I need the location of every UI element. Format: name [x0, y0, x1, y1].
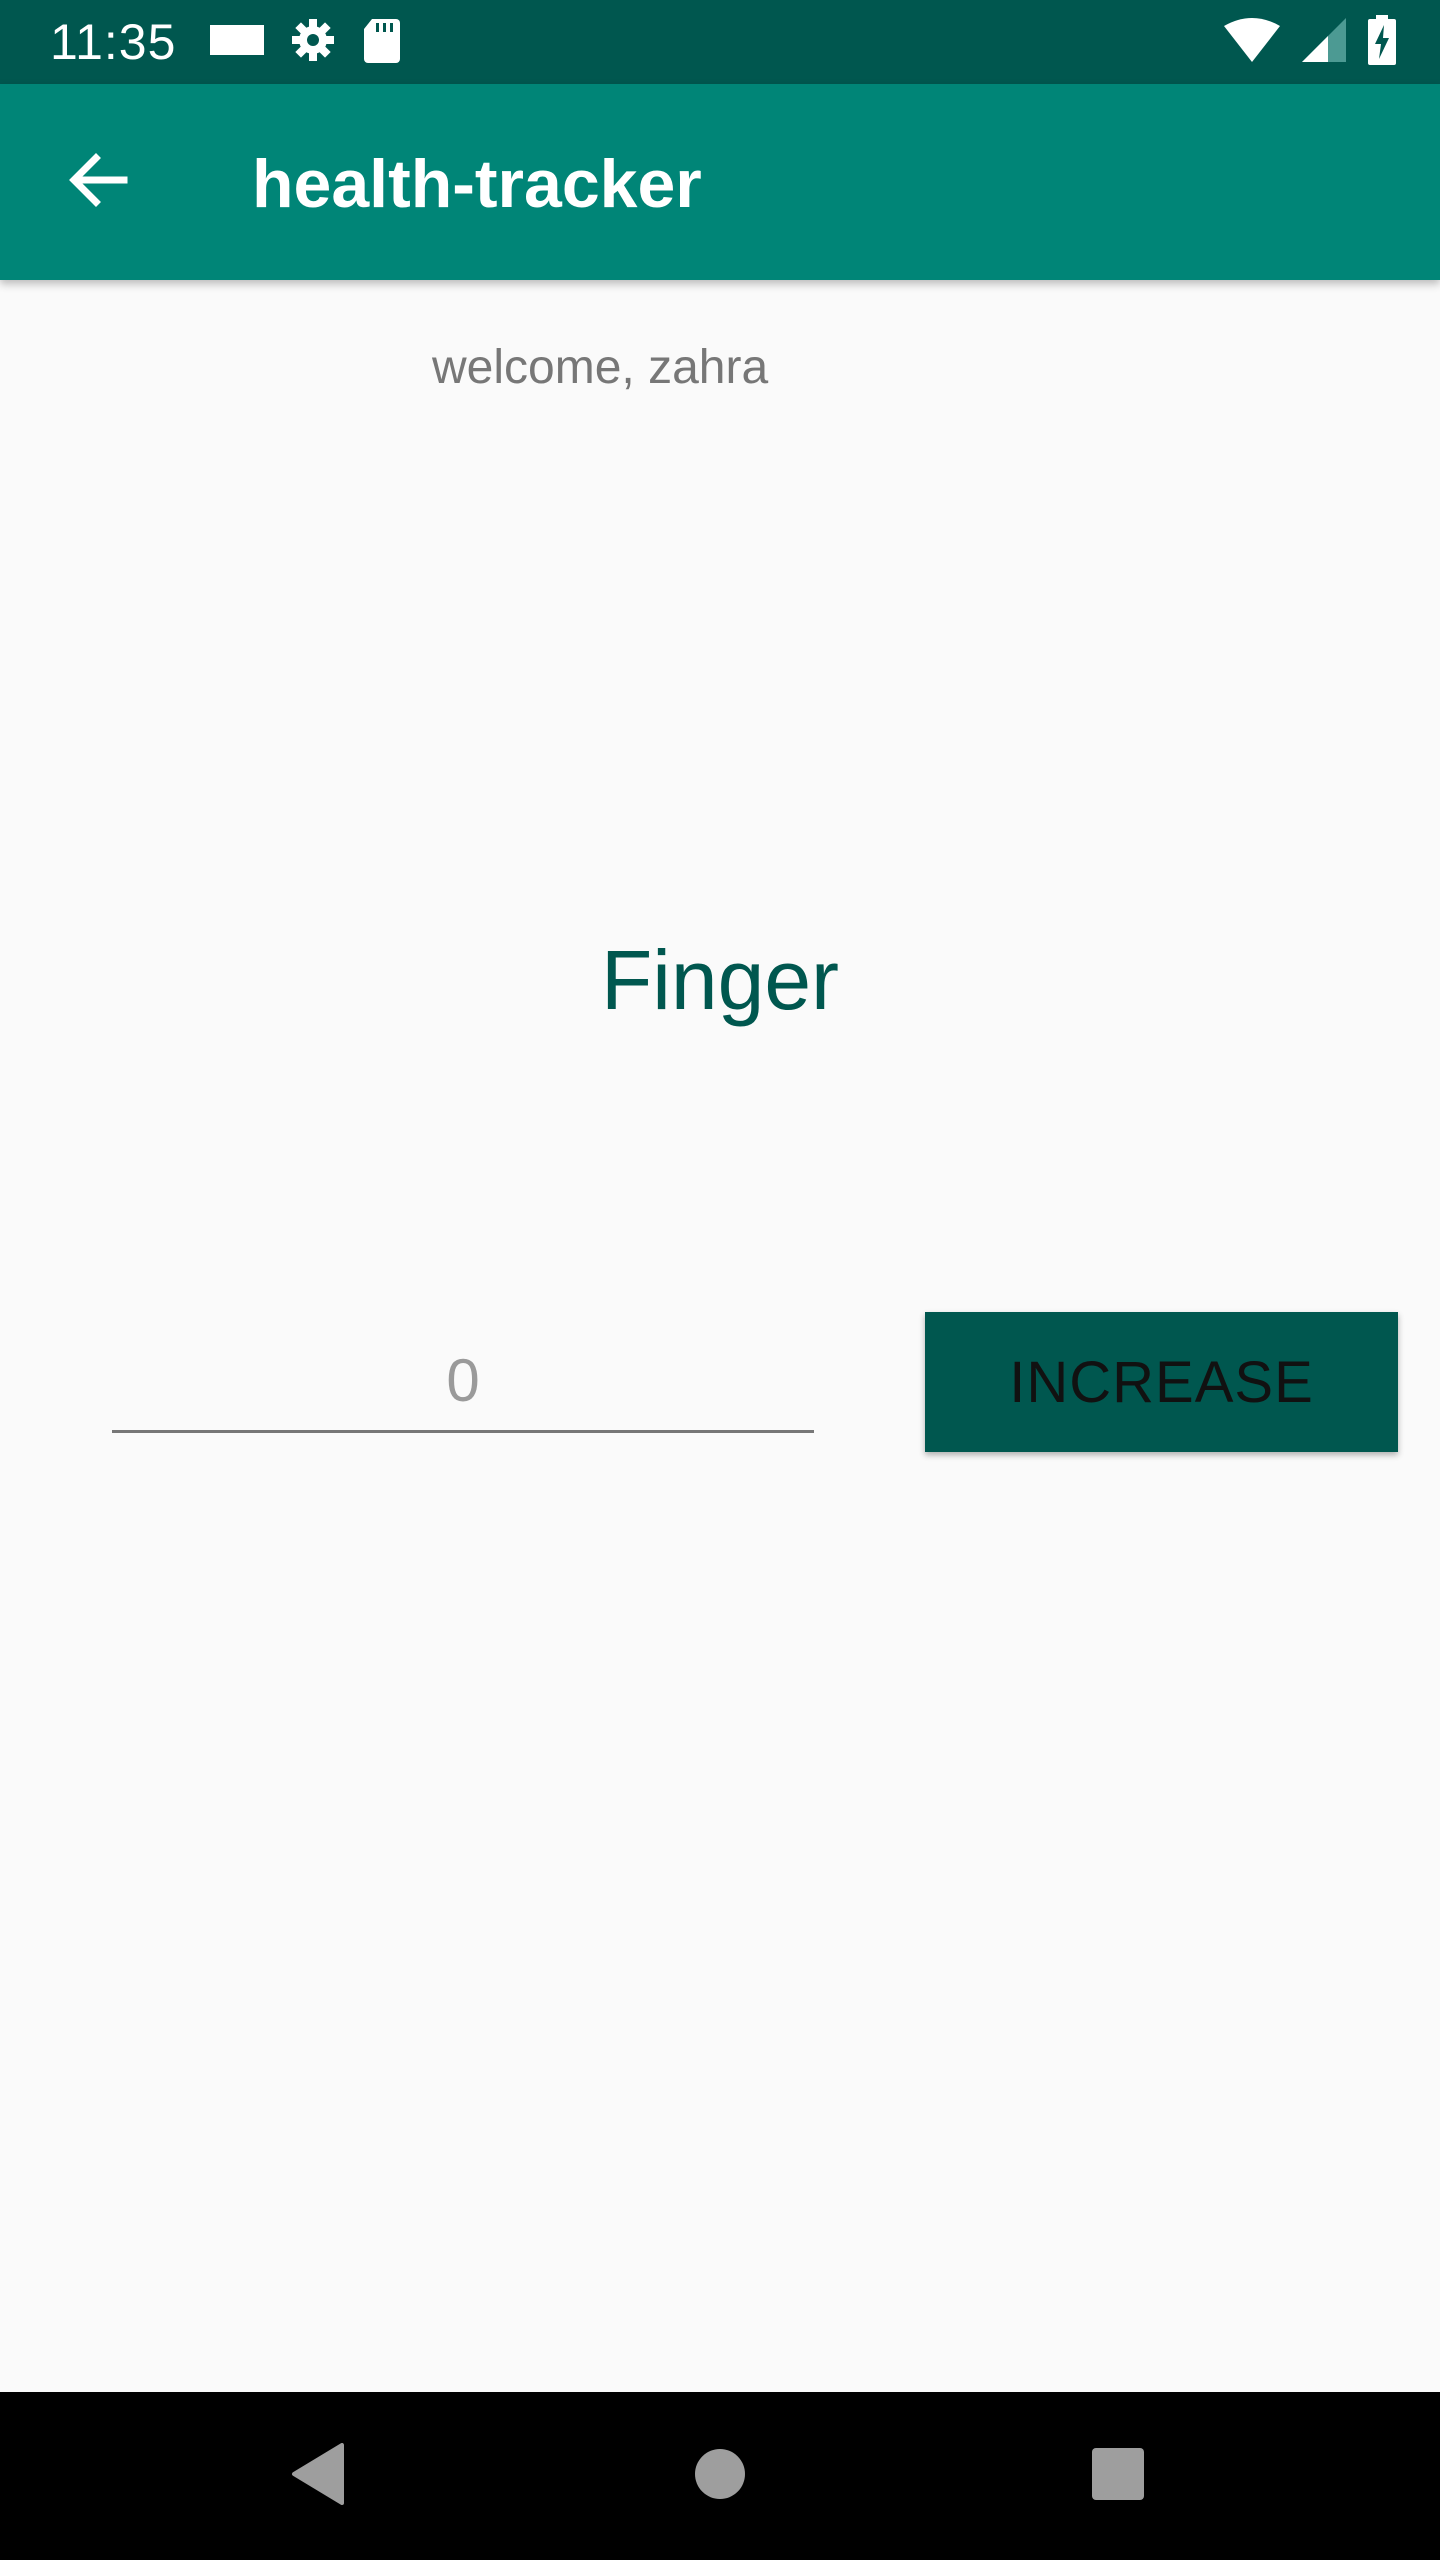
- back-button[interactable]: [50, 134, 146, 230]
- nav-back-button[interactable]: [268, 2426, 368, 2526]
- app-title: health-tracker: [252, 146, 702, 222]
- cell-signal-icon: [1302, 17, 1346, 67]
- page-title: Finger: [600, 933, 840, 1027]
- settings-gear-icon: [290, 17, 336, 68]
- arrow-back-icon: [66, 152, 130, 213]
- home-circle-icon: [694, 2448, 746, 2505]
- status-time: 11:35: [50, 14, 177, 70]
- recents-square-icon: [1092, 2447, 1144, 2505]
- app-bar: health-tracker: [0, 84, 1440, 280]
- welcome-text: welcome, zahra: [432, 341, 769, 394]
- increase-button-label: INCREASE: [1009, 1349, 1314, 1415]
- wifi-icon: [1224, 17, 1280, 67]
- sd-card-icon: [362, 17, 400, 68]
- count-field[interactable]: [112, 1330, 814, 1433]
- increase-button[interactable]: INCREASE: [925, 1312, 1398, 1452]
- status-left-icons: [210, 18, 400, 64]
- navigation-bar: [0, 2392, 1440, 2560]
- nav-home-button[interactable]: [670, 2426, 770, 2526]
- nav-recents-button[interactable]: [1068, 2426, 1168, 2526]
- status-right-icons: [1224, 14, 1396, 70]
- back-triangle-icon: [290, 2442, 346, 2510]
- status-bar: 11:35: [0, 0, 1440, 84]
- battery-charging-icon: [1368, 14, 1396, 70]
- screen: 11:35 health-tracker welcome, zahra Fing…: [0, 0, 1440, 2560]
- notification-card-icon: [210, 23, 264, 62]
